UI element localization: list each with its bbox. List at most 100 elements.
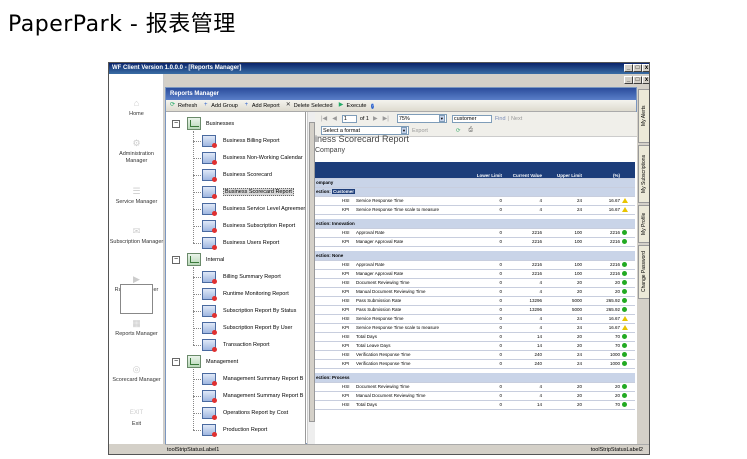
toolbar-button-0[interactable]: ⟳ Refresh <box>169 102 197 109</box>
column-header <box>621 162 635 179</box>
tree-connector <box>193 175 201 176</box>
export-link[interactable]: Export <box>412 128 428 134</box>
tree-item[interactable]: Business Subscription Report <box>166 218 305 234</box>
tree-item[interactable]: Business Billing Report <box>166 133 305 149</box>
nav-item-7[interactable]: EXIT Exit <box>109 408 164 428</box>
table-cell: 24 <box>543 350 583 360</box>
search-input[interactable]: customer <box>451 114 492 123</box>
next-link[interactable]: Next <box>511 116 522 122</box>
mdi-maximize-button[interactable]: □ <box>633 76 642 84</box>
tree-item[interactable]: Management Summary Report B <box>166 388 305 404</box>
tree-group[interactable]: − Internal <box>166 252 305 268</box>
tree-connector <box>193 158 201 159</box>
table-cell <box>315 269 341 279</box>
toolbar-button-2[interactable]: + Add Report <box>243 102 280 109</box>
tree-item[interactable]: Business Non-Working Calendar <box>166 150 305 166</box>
table-cell: 2216 <box>503 228 543 238</box>
status-cell <box>621 382 635 392</box>
help-icon[interactable]: ? <box>371 102 375 109</box>
admin-icon: ⚙ <box>132 138 141 148</box>
report-icon <box>202 305 217 318</box>
tree-item[interactable]: Operations Report by Cost <box>166 405 305 421</box>
tree-item[interactable]: Management Summary Report B <box>166 371 305 387</box>
company-label: ompany <box>315 178 635 188</box>
tree-item[interactable]: Business Service Level Agreement <box>166 201 305 217</box>
table-row: KPI Manager Approval Rate 0 2216 100 2216 <box>315 237 635 247</box>
status-green-icon <box>622 239 627 245</box>
page-number-input[interactable]: 1 <box>341 114 357 123</box>
table-cell: 24 <box>543 205 583 215</box>
tree-group[interactable]: − Businesses <box>166 116 305 132</box>
find-link[interactable]: Find <box>495 116 506 122</box>
nav-item-5[interactable]: ▦ Reports Manager <box>109 284 164 338</box>
exit-icon: EXIT <box>129 410 144 416</box>
report-icon <box>202 152 217 165</box>
collapse-icon[interactable]: − <box>172 120 180 128</box>
tree-item[interactable]: Runtime Monitoring Report <box>166 286 305 302</box>
tree-item[interactable]: Business Scorecard <box>166 167 305 183</box>
tree-scrollbar[interactable] <box>307 112 315 445</box>
tree-connector <box>193 131 194 243</box>
tree-item-label: Business Scorecard <box>223 172 272 178</box>
toolbar-button-label: Delete Selected <box>293 102 333 109</box>
column-header: Upper Limit <box>543 162 583 179</box>
tree-item[interactable]: Transaction Report <box>166 337 305 353</box>
status-cell <box>621 332 635 342</box>
status-cell <box>621 269 635 279</box>
table-cell: KPI <box>341 341 355 351</box>
last-page-icon[interactable]: ▶| <box>383 115 389 122</box>
status-cell <box>621 205 635 215</box>
tree-item-label: Business Non-Working Calendar <box>223 155 303 161</box>
window-title-bar: WF Client Version 1.0.0.0 - [Reports Man… <box>109 63 649 74</box>
refresh-report-icon[interactable]: ⟳ <box>456 128 461 134</box>
table-cell: 24 <box>543 359 583 369</box>
prev-page-icon[interactable]: ◀ <box>332 115 337 122</box>
add-group-icon: + <box>204 102 208 108</box>
collapse-icon[interactable]: − <box>172 256 180 264</box>
nav-item-3[interactable]: ✉ Subscription Manager <box>109 226 164 246</box>
tab-my-subscriptions[interactable]: My Subscriptions <box>638 145 649 203</box>
tree-item-label: Business Billing Report <box>223 138 280 144</box>
nav-item-2[interactable]: ☰ Service Manager <box>109 186 164 206</box>
table-cell: HSI <box>341 260 355 270</box>
table-cell: KPI <box>341 391 355 401</box>
zoom-select[interactable]: 75% ▼ <box>396 114 447 123</box>
tree-item-label: Transaction Report <box>223 342 270 348</box>
next-page-icon[interactable]: ▶ <box>373 115 378 122</box>
table-cell: 20 <box>543 341 583 351</box>
toolbar-button-4[interactable]: ▶ Execute <box>338 102 367 109</box>
tab-my-profile[interactable]: My Profile <box>638 205 649 243</box>
tab-my-alerts[interactable]: My Alerts <box>638 89 649 143</box>
tree-item[interactable]: Business Users Report <box>166 235 305 251</box>
nav-item-label: Subscription Manager <box>109 239 164 245</box>
mdi-close-button[interactable]: x <box>642 76 649 84</box>
toolbar-button-3[interactable]: ✕ Delete Selected <box>285 102 333 109</box>
tree-item[interactable]: Production Report <box>166 422 305 438</box>
table-cell: 0 <box>463 359 503 369</box>
tree-item[interactable]: Billing Summary Report <box>166 269 305 285</box>
collapse-icon[interactable]: − <box>172 358 180 366</box>
column-header: Lower Limit <box>463 162 503 179</box>
nav-item-0[interactable]: ⌂ Home <box>109 98 164 118</box>
tree-item[interactable]: Subscription Report By Status <box>166 303 305 319</box>
tree-group[interactable]: − Management <box>166 354 305 370</box>
reports-manager-title: Reports Manager <box>166 88 636 100</box>
first-page-icon[interactable]: |◀ <box>321 115 327 122</box>
table-cell: Pass Submission Rate <box>355 296 463 306</box>
print-icon[interactable]: ⎙ <box>469 127 473 134</box>
table-cell: HSI <box>341 314 355 324</box>
nav-item-1[interactable]: ⚙ Administration Manager <box>109 138 164 165</box>
table-cell: KPI <box>341 269 355 279</box>
report-icon <box>202 203 217 216</box>
table-cell: 4 <box>503 287 543 297</box>
section-name: Process <box>332 374 350 380</box>
tree-item[interactable]: Subscription Report By User <box>166 320 305 336</box>
nav-item-6[interactable]: ◎ Scorecard Manager <box>109 364 164 384</box>
mdi-minimize-button[interactable]: _ <box>624 76 633 84</box>
nav-item-label: Reports Manager <box>115 331 158 337</box>
table-cell: 13296 <box>503 296 543 306</box>
table-cell: 4 <box>503 382 543 392</box>
tab-change-password[interactable]: Change Password <box>638 245 649 299</box>
toolbar-button-1[interactable]: + Add Group <box>202 102 238 109</box>
tree-item[interactable]: Business Scorecard Report <box>166 184 305 200</box>
